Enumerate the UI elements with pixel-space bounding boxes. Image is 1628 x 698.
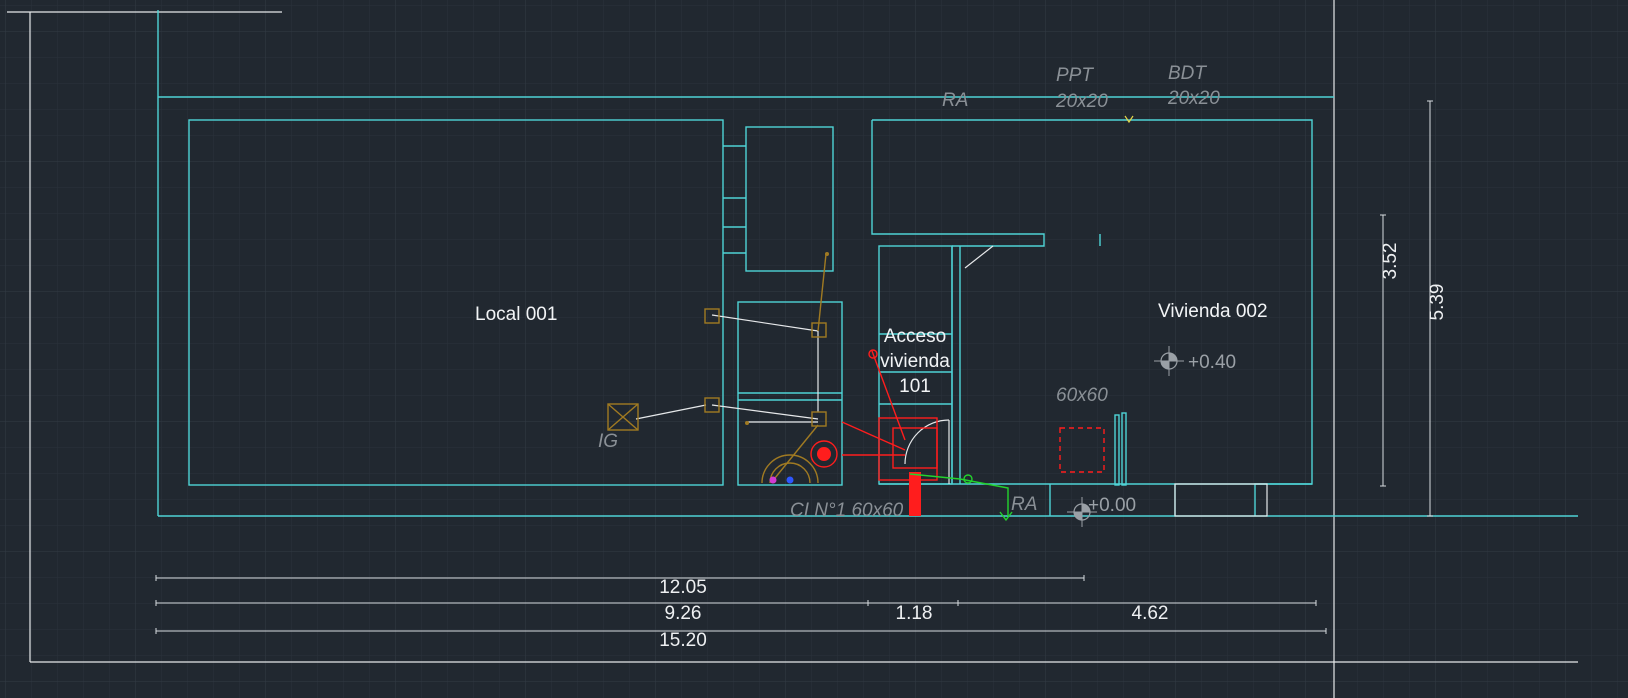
room-label-acceso-2: vivienda: [880, 351, 950, 372]
dimension-1-18: 1.18: [896, 603, 933, 624]
dimension-12-05: 12.05: [659, 577, 707, 598]
dimension-5-39: 5.39: [1427, 284, 1448, 321]
room-label-local: Local 001: [475, 304, 557, 325]
annotation-ppt-size: 20x20: [1055, 91, 1108, 112]
room-label-acceso-1: Acceso: [884, 326, 946, 347]
annotation-bdt: BDT: [1168, 63, 1207, 84]
room-label-vivienda: Vivienda 002: [1158, 301, 1268, 322]
dimension-3-52: 3.52: [1380, 243, 1401, 280]
annotation-60x60: 60x60: [1056, 385, 1108, 406]
annotation-bdt-size: 20x20: [1167, 88, 1220, 109]
cad-drawing-canvas[interactable]: Local 001 Vivienda 002 Acceso vivienda 1…: [0, 0, 1628, 698]
annotation-ppt: PPT: [1056, 65, 1094, 86]
dimension-4-62: 4.62: [1132, 603, 1169, 624]
annotation-level-lower: +0.00: [1088, 495, 1136, 516]
annotation-ra-top: RA: [942, 90, 968, 111]
annotation-cl: CI N°1 60x60: [790, 500, 904, 521]
dimension-15-20: 15.20: [659, 630, 707, 651]
grid: [0, 0, 1628, 698]
room-label-acceso-3: 101: [899, 376, 931, 397]
annotation-level-upper: +0.40: [1188, 352, 1236, 373]
annotation-ig: IG: [598, 431, 618, 452]
annotation-ra-bottom: RA: [1011, 494, 1037, 515]
dimension-9-26: 9.26: [665, 603, 702, 624]
